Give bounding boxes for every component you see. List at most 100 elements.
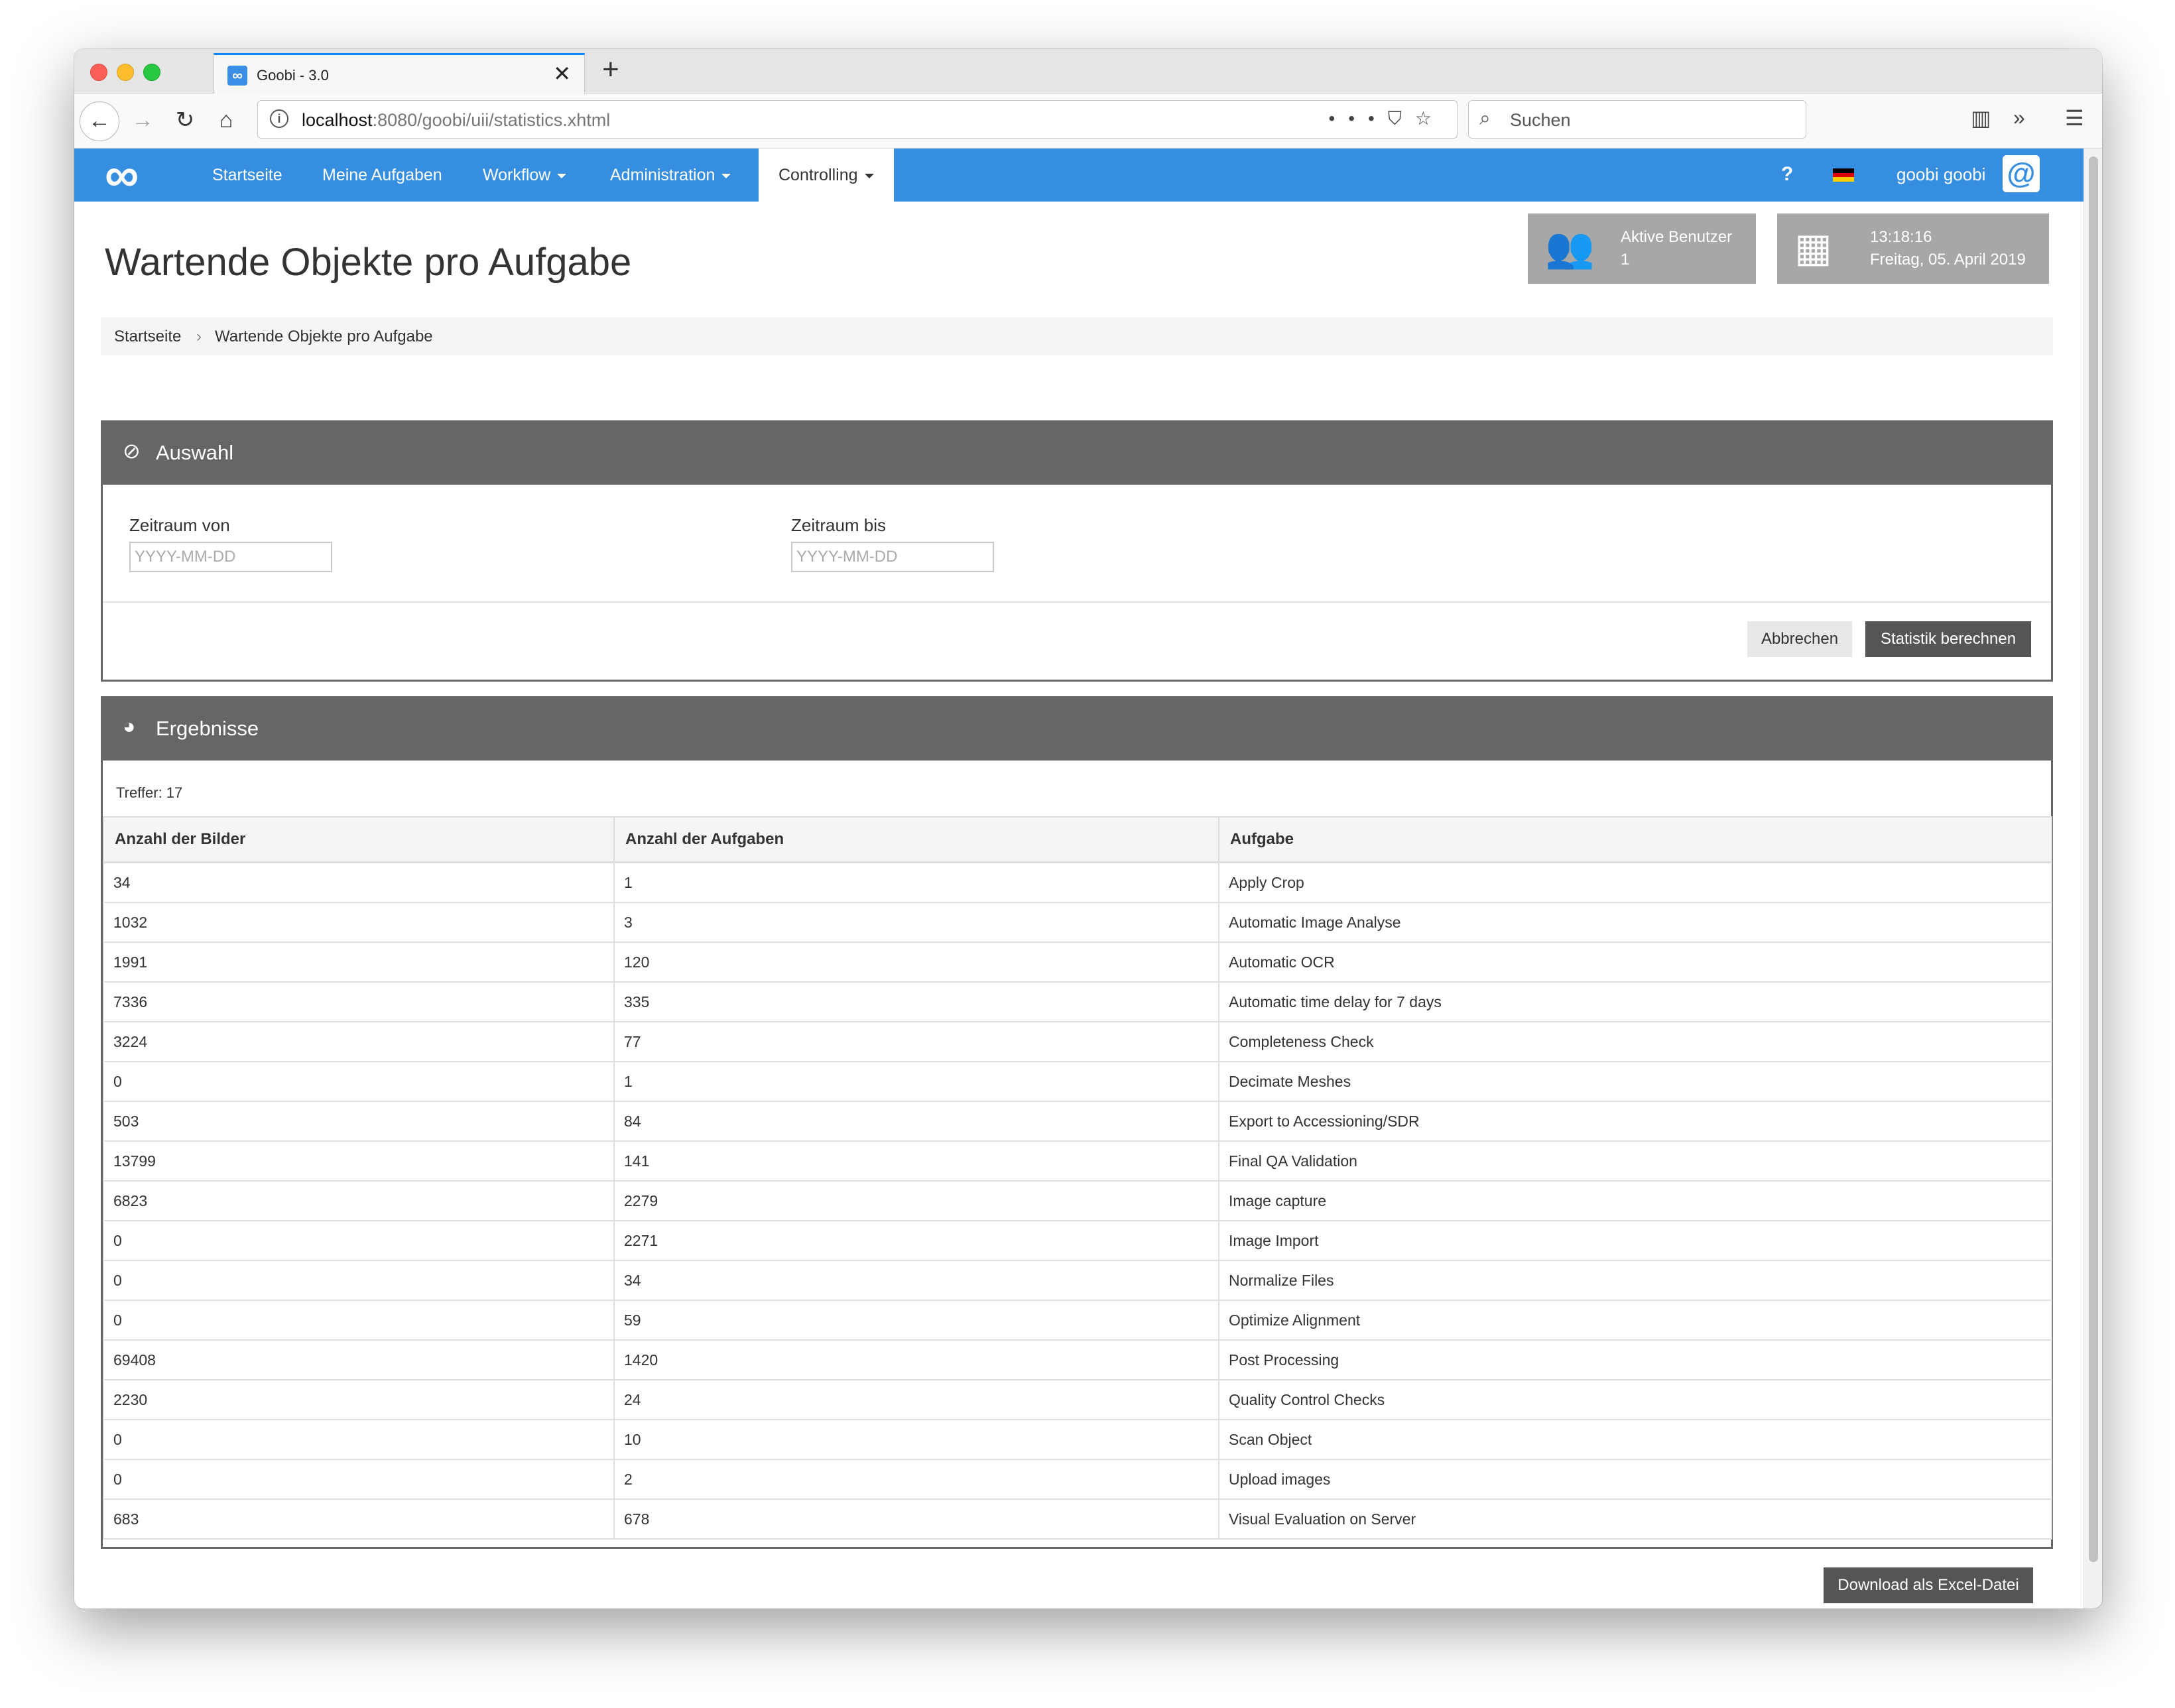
browser-search-input[interactable]: ⌕ Suchen bbox=[1468, 100, 1806, 139]
back-icon[interactable]: ← bbox=[80, 101, 119, 141]
date-from-input[interactable] bbox=[129, 542, 332, 572]
clock-time: 13:18:16 bbox=[1870, 228, 1932, 246]
table-cell: 10 bbox=[613, 1419, 1219, 1460]
selection-panel-header: ⊘ Auswahl bbox=[103, 422, 2051, 485]
table-cell: 24 bbox=[613, 1379, 1219, 1420]
breadcrumb-current: Wartende Objekte pro Aufgabe bbox=[215, 328, 433, 345]
column-header[interactable]: Anzahl der Aufgaben bbox=[613, 816, 1219, 863]
results-title: Ergebnisse bbox=[156, 717, 259, 740]
search-placeholder: Suchen bbox=[1510, 110, 1571, 130]
selection-title: Auswahl bbox=[156, 441, 234, 464]
column-header[interactable]: Anzahl der Bilder bbox=[103, 816, 615, 863]
caret-down-icon bbox=[864, 173, 874, 178]
table-cell: Image capture bbox=[1218, 1180, 2052, 1221]
table-cell: 7336 bbox=[103, 981, 615, 1022]
table-cell: 0 bbox=[103, 1061, 615, 1102]
close-tab-icon[interactable]: ✕ bbox=[553, 63, 571, 84]
nav-startseite[interactable]: Startseite bbox=[212, 149, 282, 202]
tab-bar: ∞ Goobi - 3.0 ✕ + bbox=[74, 49, 2102, 93]
page-scrollbar[interactable] bbox=[2083, 149, 2102, 1609]
url-text[interactable]: localhost:8080/goobi/uii/statistics.xhtm… bbox=[302, 110, 610, 131]
user-menu[interactable]: goobi goobi bbox=[1896, 164, 1985, 185]
table-cell: 34 bbox=[103, 861, 615, 903]
clock-widget: ▦ 13:18:16 Freitag, 05. April 2019 bbox=[1777, 213, 2049, 284]
table-row: 0 34 Normalize Files bbox=[103, 1260, 2052, 1301]
table-cell: 2 bbox=[613, 1459, 1219, 1500]
table-cell: Scan Object bbox=[1218, 1419, 2052, 1460]
table-cell: 1032 bbox=[103, 902, 615, 943]
home-icon[interactable]: ⌂ bbox=[207, 101, 245, 140]
help-icon[interactable]: ? bbox=[1781, 163, 1793, 186]
table-cell: Decimate Meshes bbox=[1218, 1061, 2052, 1102]
more-icon[interactable]: ••• bbox=[1328, 108, 1387, 129]
table-cell: Completeness Check bbox=[1218, 1021, 2052, 1062]
browser-toolbar: ← → ↻ ⌂ i localhost:8080/goobi/uii/stati… bbox=[74, 93, 2102, 149]
url-bar[interactable]: i localhost:8080/goobi/uii/statistics.xh… bbox=[257, 100, 1458, 139]
table-cell: Export to Accessioning/SDR bbox=[1218, 1101, 2052, 1142]
nav-controlling[interactable]: Controlling bbox=[759, 149, 894, 202]
table-cell: Automatic Image Analyse bbox=[1218, 902, 2052, 943]
new-tab-icon[interactable]: + bbox=[602, 53, 619, 86]
table-cell: Apply Crop bbox=[1218, 861, 2052, 903]
table-row: 13799 141 Final QA Validation bbox=[103, 1140, 2052, 1182]
cancel-button[interactable]: Abbrechen bbox=[1747, 621, 1852, 657]
table-cell: Automatic OCR bbox=[1218, 942, 2052, 983]
forward-icon[interactable]: → bbox=[123, 101, 162, 140]
table-row: 3224 77 Completeness Check bbox=[103, 1021, 2052, 1062]
table-cell: Image Import bbox=[1218, 1220, 2052, 1261]
date-to-input[interactable] bbox=[791, 542, 994, 572]
zoom-window-button[interactable] bbox=[143, 64, 160, 81]
tab-title: Goobi - 3.0 bbox=[257, 67, 329, 84]
table-row: 1032 3 Automatic Image Analyse bbox=[103, 902, 2052, 943]
compute-statistics-button[interactable]: Statistik berechnen bbox=[1865, 621, 2031, 657]
table-row: 0 59 Optimize Alignment bbox=[103, 1300, 2052, 1341]
bookmark-star-icon[interactable]: ☆ bbox=[1415, 108, 1445, 129]
app-navbar: ∞ Startseite Meine Aufgaben Workflow Adm… bbox=[74, 149, 2083, 202]
user-avatar-icon[interactable]: @ bbox=[2003, 155, 2040, 192]
column-header[interactable]: Aufgabe bbox=[1218, 816, 2052, 863]
download-excel-button[interactable]: Download als Excel-Datei bbox=[1824, 1567, 2033, 1603]
table-cell: 84 bbox=[613, 1101, 1219, 1142]
active-users-count: 1 bbox=[1621, 251, 1630, 269]
breadcrumb-home[interactable]: Startseite bbox=[114, 328, 181, 346]
table-cell: 0 bbox=[103, 1300, 615, 1341]
overflow-chevron-icon[interactable]: » bbox=[2013, 105, 2025, 130]
table-cell: 678 bbox=[613, 1498, 1219, 1540]
table-row: 683 678 Visual Evaluation on Server bbox=[103, 1498, 2052, 1540]
table-row: 2230 24 Quality Control Checks bbox=[103, 1379, 2052, 1420]
browser-tab[interactable]: ∞ Goobi - 3.0 ✕ bbox=[214, 53, 585, 93]
german-flag-icon[interactable] bbox=[1833, 168, 1854, 182]
table-cell: 1420 bbox=[613, 1339, 1219, 1380]
active-users-label: Aktive Benutzer bbox=[1621, 228, 1733, 246]
minimize-window-button[interactable] bbox=[117, 64, 134, 81]
pocket-icon[interactable]: ⛉ bbox=[1388, 108, 1415, 129]
caret-down-icon bbox=[557, 173, 567, 178]
nav-meine-aufgaben[interactable]: Meine Aufgaben bbox=[322, 149, 442, 202]
sidebar-icon[interactable]: ▥ bbox=[1971, 105, 1991, 131]
scrollbar-thumb[interactable] bbox=[2089, 156, 2098, 1562]
nav-administration[interactable]: Administration bbox=[610, 149, 731, 202]
table-cell: 3 bbox=[613, 902, 1219, 943]
table-cell: 6823 bbox=[103, 1180, 615, 1221]
nav-workflow[interactable]: Workflow bbox=[483, 149, 567, 202]
pie-chart-icon: ◕ bbox=[123, 714, 136, 738]
table-row: 1991 120 Automatic OCR bbox=[103, 942, 2052, 983]
goobi-logo-icon[interactable]: ∞ bbox=[105, 151, 139, 199]
table-cell: 0 bbox=[103, 1220, 615, 1261]
table-cell: Quality Control Checks bbox=[1218, 1379, 2052, 1420]
compass-icon: ⊘ bbox=[123, 439, 141, 463]
table-cell: 1 bbox=[613, 861, 1219, 903]
table-cell: 1 bbox=[613, 1061, 1219, 1102]
table-cell: 335 bbox=[613, 981, 1219, 1022]
table-cell: 13799 bbox=[103, 1140, 615, 1182]
table-row: 0 1 Decimate Meshes bbox=[103, 1061, 2052, 1102]
info-icon[interactable]: i bbox=[270, 109, 288, 128]
users-icon: 👥 bbox=[1545, 225, 1595, 270]
table-cell: Optimize Alignment bbox=[1218, 1300, 2052, 1341]
table-cell: 503 bbox=[103, 1101, 615, 1142]
table-cell: 0 bbox=[103, 1419, 615, 1460]
table-cell: 0 bbox=[103, 1459, 615, 1500]
hamburger-menu-icon[interactable]: ☰ bbox=[2065, 105, 2084, 131]
reload-icon[interactable]: ↻ bbox=[166, 101, 204, 140]
close-window-button[interactable] bbox=[90, 64, 107, 81]
